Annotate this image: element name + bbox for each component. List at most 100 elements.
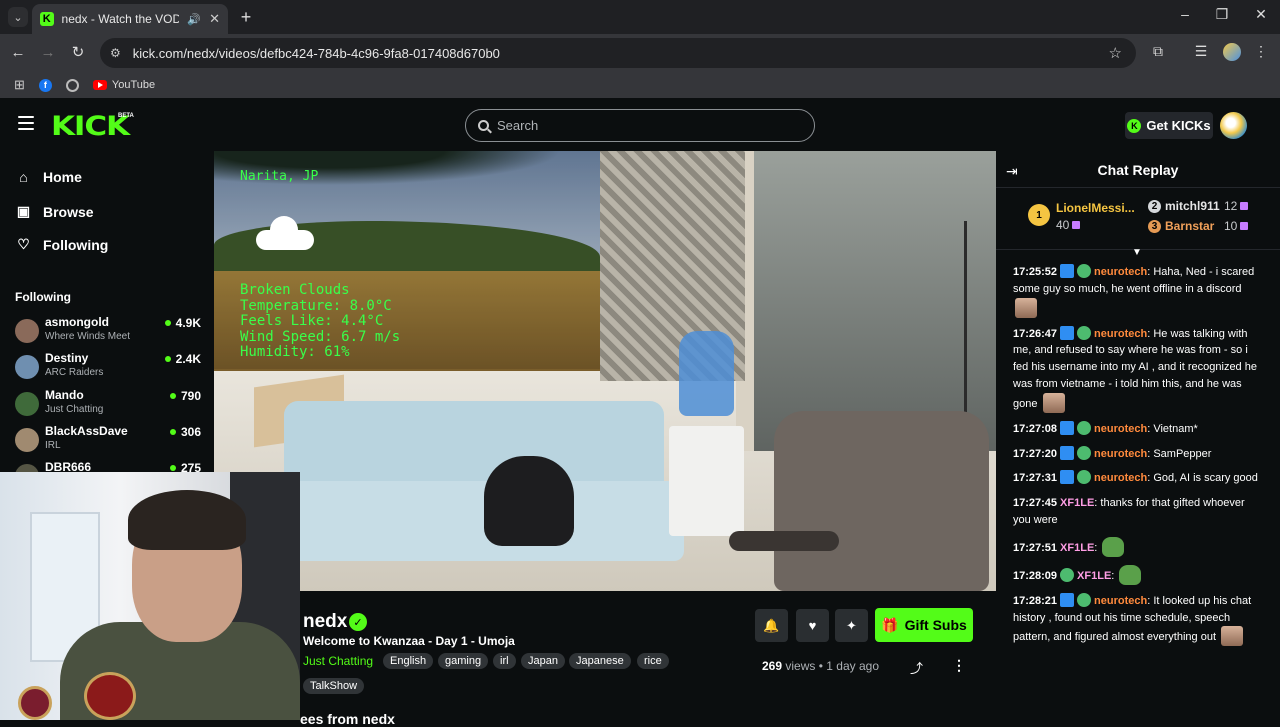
chat-message: 17:27:08 neurotech: Vietnam* [1013,420,1198,435]
followed-channel[interactable]: asmongold Where Winds Meet 4.9K [15,315,201,347]
browser-menu-icon[interactable]: ⋮ [1250,43,1272,60]
channel-category: Where Winds Meet [45,331,131,342]
live-dot-icon [164,356,171,362]
back-icon[interactable]: ← [8,43,28,63]
video-player[interactable]: Narita, JP Broken Clouds Temperature: 8.… [214,151,996,591]
extensions-icon[interactable]: ⧉ [1147,43,1169,60]
minimize-icon[interactable]: – [1170,6,1200,22]
bookmark-star-icon[interactable]: ☆ [1109,44,1122,62]
gifter-badge-icon [1077,470,1092,485]
browser-chrome: ⌄ K nedx - Watch the VOD on Kick 🔊 ✕ + –… [0,0,1280,98]
stream-title: Welcome to Kwanzaa - Day 1 - Umoja [303,634,515,648]
bookmark-globe[interactable] [65,78,79,92]
live-dot-icon [169,465,176,471]
gift-icon [1240,222,1249,230]
tab-search-icon[interactable]: ⌄ [8,7,28,27]
pepe-emote-icon [1102,536,1125,557]
sofa-seat [274,481,684,561]
leader-value: 12 [1224,199,1249,213]
nav-label: Following [43,236,109,253]
followed-channel[interactable]: DBR666 275 [15,460,201,472]
search-input[interactable]: Search [465,109,815,142]
tag[interactable]: TalkShow [303,678,365,694]
leader-name[interactable]: LionelMessi... [1056,201,1135,215]
avatar [15,355,39,379]
nav-label: Browse [43,203,94,220]
kick-favicon-icon: K [40,12,54,26]
leader-name[interactable]: mitchl911 [1165,199,1220,213]
category-link[interactable]: Just Chatting [303,654,373,668]
chat-message: 17:27:31 neurotech: God, AI is scary good [1013,470,1258,485]
chat-username[interactable]: neurotech [1094,595,1147,607]
tag[interactable]: rice [637,653,669,669]
facebook-icon: f [38,78,52,92]
expand-pinned-icon[interactable]: ▼ [1132,247,1142,258]
browser-tab[interactable]: K nedx - Watch the VOD on Kick 🔊 ✕ [32,4,228,34]
close-window-icon[interactable]: ✕ [1246,6,1276,23]
site-info-icon[interactable]: ⚙ [110,46,121,60]
user-avatar[interactable] [1220,112,1247,139]
channel-name: Mando [45,388,84,402]
media-controls-icon[interactable]: ☰ [1190,43,1212,60]
nav-browse[interactable]: ▣ Browse [16,203,94,220]
beta-label: BETA [118,113,134,119]
emote-icon [1221,626,1244,647]
gift-subs-button[interactable]: 🎁 Gift Subs [875,608,973,642]
chat-username[interactable]: neurotech [1094,448,1147,460]
channel-name: BlackAssDave [45,424,128,438]
clip-sparkle-icon[interactable]: ✦ [835,609,868,642]
viewer-count: 306 [169,425,201,439]
tag[interactable]: gaming [438,653,489,669]
tag[interactable]: irl [493,653,516,669]
get-kicks-button[interactable]: K Get KICKs [1125,112,1213,139]
weather-readout: Broken Clouds Temperature: 8.0°C Feels L… [240,282,401,361]
bookmark-facebook[interactable]: f [38,78,52,92]
followed-channel[interactable]: Mando Just Chatting 790 [15,388,201,420]
views-info: 269 views • 1 day ago [762,659,879,673]
chat-username[interactable]: XF1LE [1060,497,1094,509]
notification-bell-icon[interactable]: 🔔 [755,609,788,642]
maximize-icon[interactable]: ❐ [1207,6,1237,23]
share-icon[interactable]: ⤴ [910,658,923,677]
forward-icon[interactable]: → [38,43,58,63]
close-tab-icon[interactable]: ✕ [209,11,220,27]
cloud-icon [256,210,316,250]
chat-username[interactable]: neurotech [1094,472,1147,484]
leader-name[interactable]: Barnstar [1165,219,1214,233]
nav-home[interactable]: ⌂ Home [16,169,82,185]
browser-toolbar: ← → ↻ ⚙ kick.com/nedx/videos/defbc424-78… [0,34,1280,72]
gifter-badge-icon [1077,325,1092,340]
chat-username[interactable]: XF1LE [1077,570,1111,582]
gifter-badge-icon [1077,420,1092,435]
facecam-overlay [0,472,300,720]
apps-grid-icon[interactable]: ⊞ [14,77,25,93]
chat-username[interactable]: neurotech [1094,266,1147,278]
chat-username[interactable]: neurotech [1094,328,1147,340]
new-tab-button[interactable]: + [236,7,256,28]
followed-channel[interactable]: BlackAssDave IRL 306 [15,424,201,456]
viewer-count: 790 [169,389,201,403]
tag[interactable]: English [383,653,434,669]
gift-icon [1072,221,1081,229]
address-bar[interactable]: ⚙ kick.com/nedx/videos/defbc424-784b-4c9… [100,38,1136,68]
subscriber-badge-icon [1060,445,1075,460]
emote-icon [1042,392,1065,413]
avatar [15,464,39,472]
bookmark-youtube[interactable]: YouTube [92,79,155,91]
weather-wind: Wind Speed: 6.7 m/s [240,328,401,345]
streamer-name[interactable]: nedx [303,611,347,633]
tag[interactable]: Japan [521,653,565,669]
audio-playing-icon[interactable]: 🔊 [187,13,201,26]
tag[interactable]: Japanese [569,653,631,669]
reload-icon[interactable]: ↻ [68,43,88,63]
follow-heart-icon[interactable]: ♥ [796,609,829,642]
chat-username[interactable]: neurotech [1094,423,1147,435]
chat-username[interactable]: XF1LE [1060,542,1094,554]
more-options-icon[interactable]: ⋮ [952,657,966,674]
menu-icon[interactable] [18,116,34,130]
followed-channel[interactable]: Destiny ARC Raiders 2.4K [15,351,201,383]
profile-avatar[interactable] [1223,43,1241,61]
avatar [15,319,39,343]
channel-category: ARC Raiders [45,367,104,378]
nav-following[interactable]: ♡ Following [16,236,108,253]
